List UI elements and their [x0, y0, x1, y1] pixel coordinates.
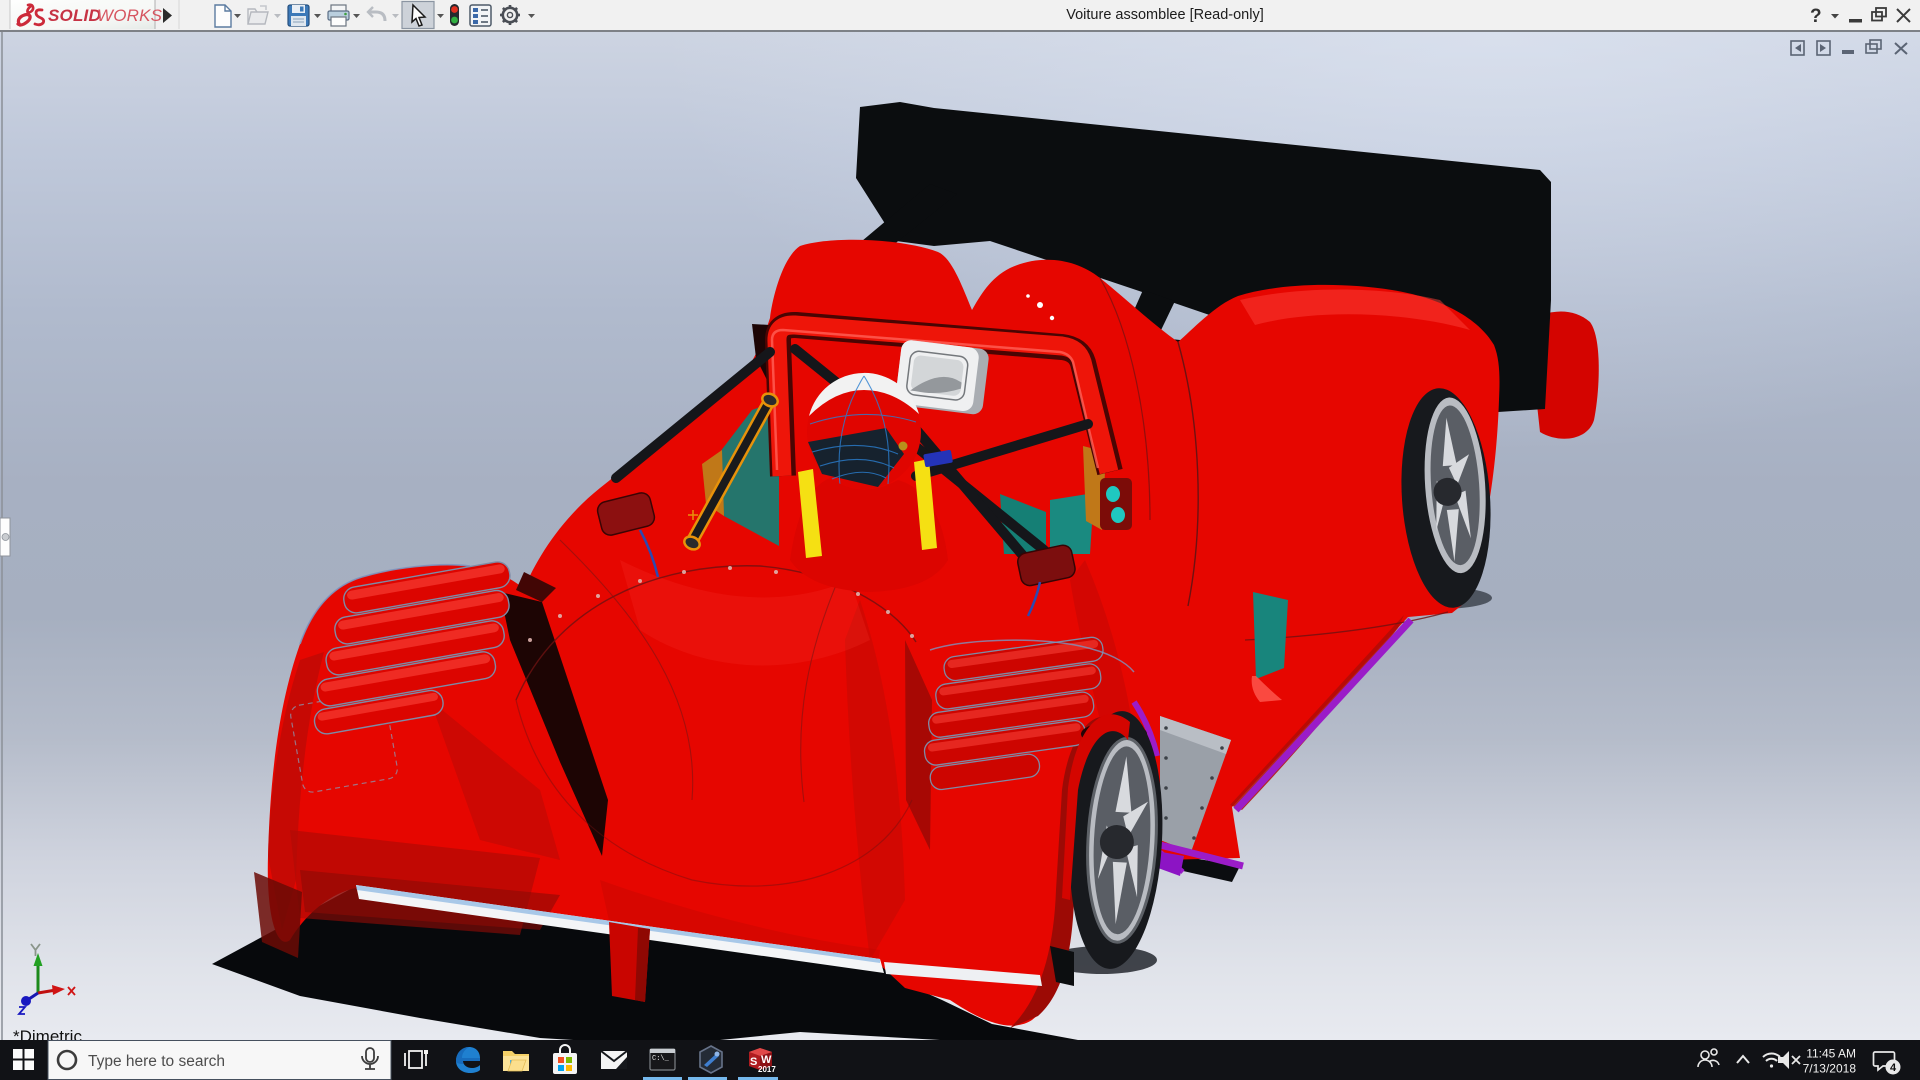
- svg-text:Type here to search: Type here to search: [88, 1053, 225, 1070]
- svg-text:11:45 AM: 11:45 AM: [1806, 1047, 1856, 1061]
- svg-text:S: S: [750, 1056, 757, 1068]
- svg-text:4: 4: [1890, 1062, 1897, 1074]
- svg-text:C:\_: C:\_: [652, 1055, 670, 1063]
- svg-text:2017: 2017: [758, 1065, 776, 1074]
- svg-text:*Dimetric: *Dimetric: [13, 1027, 82, 1040]
- svg-text:7/13/2018: 7/13/2018: [1803, 1062, 1857, 1076]
